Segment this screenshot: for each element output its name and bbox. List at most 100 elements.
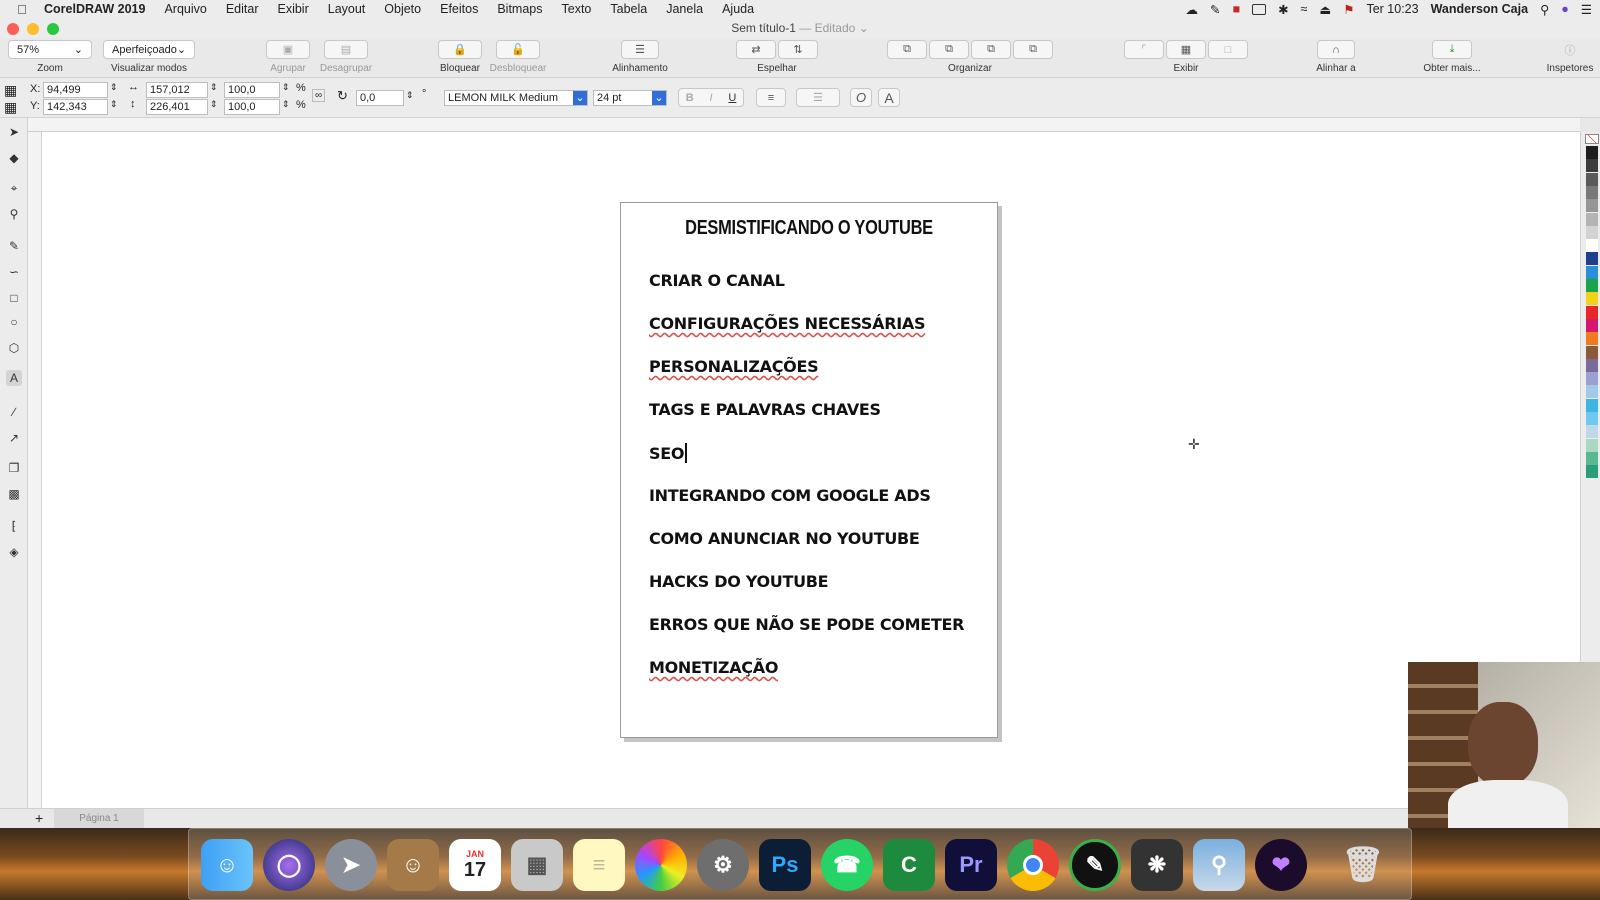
record-icon[interactable]: ■ <box>1233 2 1241 16</box>
shape-tool-icon[interactable]: ◆ <box>6 150 22 166</box>
color-swatch[interactable] <box>1586 465 1598 479</box>
color-swatch[interactable] <box>1586 252 1598 266</box>
menu-texto[interactable]: Texto <box>562 2 592 16</box>
menu-tabela[interactable]: Tabela <box>610 2 647 16</box>
alignment-button[interactable]: ☰ <box>621 40 659 59</box>
color-swatch[interactable] <box>1586 385 1598 399</box>
bold-button[interactable]: B <box>679 92 700 104</box>
color-swatch[interactable] <box>1586 305 1598 319</box>
coreldraw-icon[interactable]: ✎ <box>1069 839 1121 891</box>
crop-tool-icon[interactable]: ⌖ <box>6 180 22 196</box>
snap-to-button[interactable]: ∩ <box>1317 40 1355 59</box>
y-position-field[interactable]: 142,343 <box>43 99 108 115</box>
clock[interactable]: Ter 10:23 <box>1366 2 1418 16</box>
wifi-icon[interactable]: ≈ <box>1301 2 1308 16</box>
notification-center-icon[interactable]: ☰ <box>1581 2 1592 17</box>
grid-button[interactable]: ▦ <box>1166 40 1206 59</box>
list-item[interactable]: TAGS E PALAVRAS CHAVES <box>649 400 881 419</box>
ungroup-button[interactable]: ▤ <box>324 40 368 59</box>
app-heart-icon[interactable]: ❤ <box>1255 839 1307 891</box>
font-size-select[interactable]: 24 pt ⌄ <box>593 90 667 106</box>
menu-bitmaps[interactable]: Bitmaps <box>497 2 542 16</box>
back-one-button[interactable]: ⧉ <box>1013 40 1053 59</box>
fill-tool-icon[interactable]: ◈ <box>6 544 22 560</box>
horizontal-ruler[interactable] <box>28 118 1580 132</box>
drop-shadow-icon[interactable]: ❐ <box>6 460 22 476</box>
menu-layout[interactable]: Layout <box>328 2 366 16</box>
menu-arquivo[interactable]: Arquivo <box>164 2 206 16</box>
no-fill-swatch[interactable] <box>1585 134 1599 144</box>
close-window-button[interactable] <box>7 23 19 35</box>
siri-dock-icon[interactable]: ◯ <box>263 839 315 891</box>
mirror-horizontal-button[interactable]: ⇄ <box>736 40 776 59</box>
x-position-field[interactable]: 94,499 <box>43 82 108 98</box>
color-swatch[interactable] <box>1586 451 1598 465</box>
color-swatch[interactable] <box>1586 199 1598 213</box>
italic-button[interactable]: I <box>700 92 721 104</box>
scale-width-stepper[interactable]: ⇕ <box>282 82 290 93</box>
height-stepper[interactable]: ⇕ <box>210 99 218 110</box>
connector-tool-icon[interactable]: ↗ <box>6 430 22 446</box>
zoom-tool-icon[interactable]: ⚲ <box>6 206 22 222</box>
list-item[interactable]: ERROS QUE NÃO SE PODE COMETER <box>649 615 964 634</box>
font-select[interactable]: LEMON MILK Medium ⌄ <box>444 90 588 106</box>
siri-icon[interactable]: ● <box>1561 2 1569 16</box>
fan-icon[interactable]: ❋ <box>1131 839 1183 891</box>
ellipse-tool-icon[interactable]: ○ <box>6 314 22 330</box>
airplay-icon[interactable] <box>1252 3 1267 15</box>
document-title[interactable]: DESMISTIFICANDO O YOUTUBE <box>655 217 963 240</box>
guidelines-button[interactable]: □ <box>1208 40 1248 59</box>
chevron-down-icon[interactable]: ⌄ <box>859 21 869 35</box>
list-item[interactable]: HACKS DO YOUTUBE <box>649 572 829 591</box>
list-item[interactable]: CONFIGURAÇÕES NECESSÁRIAS <box>649 314 926 333</box>
menu-objeto[interactable]: Objeto <box>384 2 421 16</box>
mirror-vertical-button[interactable]: ⇅ <box>778 40 818 59</box>
eject-icon[interactable]: ⏏ <box>1319 2 1331 17</box>
photos-icon[interactable] <box>635 839 687 891</box>
pick-tool-icon[interactable]: ➤ <box>6 124 22 140</box>
color-swatch[interactable] <box>1586 425 1598 439</box>
spotlight-search-icon[interactable]: ⚲ <box>1540 2 1549 17</box>
inspectors-button[interactable]: ⓘ <box>1555 40 1585 59</box>
rotation-stepper[interactable]: ⇕ <box>406 90 414 101</box>
scale-height-field[interactable]: 100,0 <box>224 99 280 115</box>
contacts-icon[interactable]: ☺ <box>387 839 439 891</box>
trash-icon[interactable]: 🗑 <box>1337 839 1389 891</box>
text-align-button[interactable]: ≡ <box>756 88 786 107</box>
color-swatch[interactable] <box>1586 279 1598 292</box>
polygon-tool-icon[interactable]: ⬡ <box>6 340 22 356</box>
list-item[interactable]: MONETIZAÇÃO <box>649 658 778 677</box>
underline-button[interactable]: U <box>722 92 743 104</box>
list-item[interactable]: PERSONALIZAÇÕES <box>649 357 819 376</box>
menu-ajuda[interactable]: Ajuda <box>722 2 754 16</box>
lock-button[interactable]: 🔒 <box>438 40 482 59</box>
eyedropper-tool-icon[interactable]: ⁅ <box>6 518 22 534</box>
preview-icon[interactable]: ⚲ <box>1193 839 1245 891</box>
color-swatch[interactable] <box>1586 265 1598 279</box>
y-stepper[interactable]: ⇕ <box>110 99 118 110</box>
flag-icon[interactable]: ⚑ <box>1343 2 1354 17</box>
creative-cloud-icon[interactable]: ☁ <box>1186 2 1199 17</box>
document-page[interactable]: DESMISTIFICANDO O YOUTUBE CRIAR O CANAL … <box>620 202 998 738</box>
color-swatch[interactable] <box>1586 398 1598 412</box>
color-swatch[interactable] <box>1586 372 1598 386</box>
line-tool-icon[interactable]: ∕ <box>6 404 22 420</box>
color-swatch[interactable] <box>1586 159 1598 173</box>
list-item[interactable]: COMO ANUNCIAR NO YOUTUBE <box>649 529 920 548</box>
x-stepper[interactable]: ⇕ <box>110 82 118 93</box>
photoshop-icon[interactable]: Ps <box>759 839 811 891</box>
text-tool-icon[interactable]: A <box>6 370 22 386</box>
system-preferences-icon[interactable]: ⚙ <box>697 839 749 891</box>
width-field[interactable]: 157,012 <box>146 82 208 98</box>
whatsapp-icon[interactable]: ☎ <box>821 839 873 891</box>
text-path-button[interactable]: O <box>850 88 872 107</box>
view-mode-select[interactable]: Aperfeiçoado ⌄ <box>103 40 195 59</box>
menu-janela[interactable]: Janela <box>666 2 703 16</box>
freehand-tool-icon[interactable]: ✎ <box>6 238 22 254</box>
height-field[interactable]: 226,401 <box>146 99 208 115</box>
menu-editar[interactable]: Editar <box>226 2 259 16</box>
to-back-button[interactable]: ⧉ <box>929 40 969 59</box>
apple-menu-icon[interactable]:  <box>0 2 44 17</box>
color-swatch[interactable] <box>1586 332 1598 346</box>
list-item[interactable]: INTEGRANDO COM GOOGLE ADS <box>649 486 931 505</box>
